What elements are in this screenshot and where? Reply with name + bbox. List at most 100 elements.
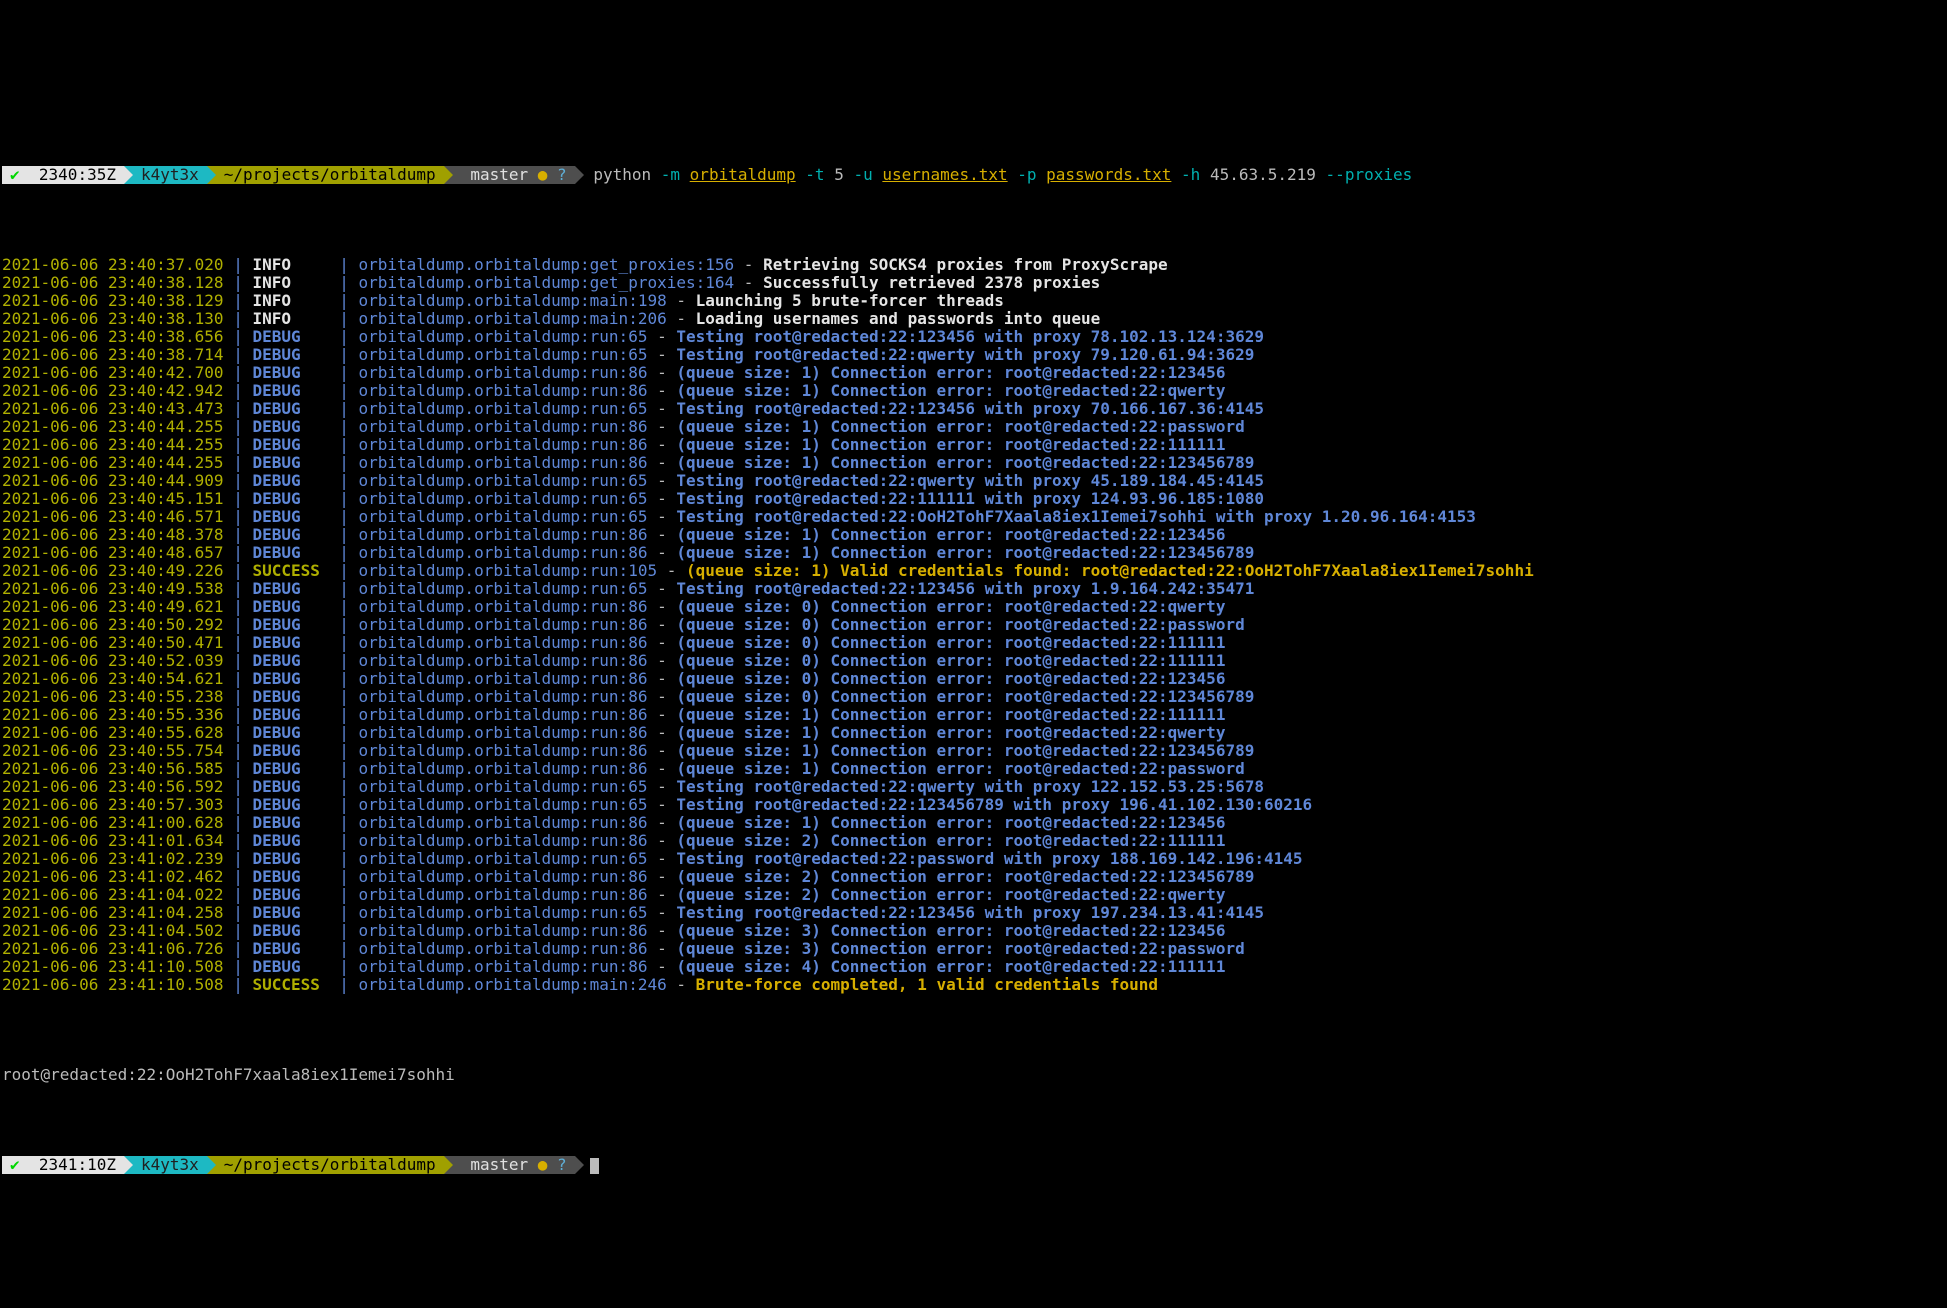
log-message: Testing root@redacted:22:123456 with pro… bbox=[676, 399, 1264, 418]
prompt-path-segment: ~/projects/orbitaldump bbox=[216, 1156, 444, 1174]
prompt-user-segment: k4yt3x bbox=[133, 166, 207, 184]
log-timestamp: 2021-06-06 23:40:48.378 bbox=[2, 525, 224, 544]
log-source: orbitaldump.orbitaldump:run:86 bbox=[358, 723, 647, 742]
pipe-separator: | bbox=[233, 939, 243, 958]
log-message: (queue size: 0) Connection error: root@r… bbox=[676, 633, 1225, 652]
prompt-bottom: ✔ 2341:10Zk4yt3x~/projects/orbitaldump m… bbox=[2, 1156, 1941, 1174]
dash-separator: - bbox=[657, 669, 667, 688]
log-source: orbitaldump.orbitaldump:run:65 bbox=[358, 795, 647, 814]
log-timestamp: 2021-06-06 23:40:52.039 bbox=[2, 651, 224, 670]
log-timestamp: 2021-06-06 23:40:55.628 bbox=[2, 723, 224, 742]
log-row: 2021-06-06 23:41:10.508 | DEBUG | orbita… bbox=[2, 958, 1941, 976]
dash-separator: - bbox=[744, 273, 754, 292]
dash-separator: - bbox=[657, 795, 667, 814]
log-level: DEBUG bbox=[252, 885, 329, 904]
log-level: SUCCESS bbox=[252, 975, 329, 994]
arrow-icon bbox=[124, 1156, 133, 1174]
log-message: (queue size: 1) Connection error: root@r… bbox=[676, 705, 1225, 724]
pipe-separator: | bbox=[233, 921, 243, 940]
pipe-separator: | bbox=[233, 471, 243, 490]
dash-separator: - bbox=[657, 867, 667, 886]
log-source: orbitaldump.orbitaldump:run:86 bbox=[358, 615, 647, 634]
pipe-separator: | bbox=[233, 651, 243, 670]
dash-separator: - bbox=[657, 939, 667, 958]
log-message: (queue size: 1) Connection error: root@r… bbox=[676, 723, 1225, 742]
log-message: (queue size: 2) Connection error: root@r… bbox=[676, 885, 1225, 904]
prompt-path: ~/projects/orbitaldump bbox=[216, 165, 444, 184]
log-message: (queue size: 0) Connection error: root@r… bbox=[676, 651, 1225, 670]
log-source: orbitaldump.orbitaldump:run:86 bbox=[358, 417, 647, 436]
pipe-separator: | bbox=[339, 831, 349, 850]
arrow-icon bbox=[207, 166, 216, 184]
log-level: DEBUG bbox=[252, 327, 329, 346]
log-timestamp: 2021-06-06 23:41:02.239 bbox=[2, 849, 224, 868]
git-branch: master bbox=[470, 165, 528, 184]
log-row: 2021-06-06 23:40:42.942 | DEBUG | orbita… bbox=[2, 382, 1941, 400]
pipe-separator: | bbox=[233, 975, 243, 994]
log-message: (queue size: 0) Connection error: root@r… bbox=[676, 597, 1225, 616]
log-level: DEBUG bbox=[252, 399, 329, 418]
cursor[interactable] bbox=[590, 1158, 599, 1174]
log-source: orbitaldump.orbitaldump:run:86 bbox=[358, 597, 647, 616]
log-source: orbitaldump.orbitaldump:run:86 bbox=[358, 705, 647, 724]
log-source: orbitaldump.orbitaldump:run:86 bbox=[358, 669, 647, 688]
dash-separator: - bbox=[657, 705, 667, 724]
pipe-separator: | bbox=[339, 939, 349, 958]
pipe-separator: | bbox=[233, 291, 243, 310]
log-row: 2021-06-06 23:40:44.255 | DEBUG | orbita… bbox=[2, 436, 1941, 454]
log-source: orbitaldump.orbitaldump:run:86 bbox=[358, 957, 647, 976]
log-row: 2021-06-06 23:40:45.151 | DEBUG | orbita… bbox=[2, 490, 1941, 508]
prompt-user-segment: k4yt3x bbox=[133, 1156, 207, 1174]
terminal-output[interactable]: ✔ 2340:35Zk4yt3x~/projects/orbitaldump m… bbox=[0, 90, 1947, 1218]
pipe-separator: | bbox=[233, 723, 243, 742]
log-source: orbitaldump.orbitaldump:run:65 bbox=[358, 471, 647, 490]
log-source: orbitaldump.orbitaldump:run:86 bbox=[358, 633, 647, 652]
arrow-icon bbox=[444, 1156, 453, 1174]
log-level: DEBUG bbox=[252, 705, 329, 724]
log-source: orbitaldump.orbitaldump:run:65 bbox=[358, 327, 647, 346]
dash-separator: - bbox=[657, 507, 667, 526]
log-timestamp: 2021-06-06 23:41:04.258 bbox=[2, 903, 224, 922]
log-message: Testing root@redacted:22:123456 with pro… bbox=[676, 327, 1264, 346]
log-message: (queue size: 4) Connection error: root@r… bbox=[676, 957, 1225, 976]
pipe-separator: | bbox=[339, 597, 349, 616]
command-line: python -m orbitaldump -t 5 -u usernames.… bbox=[584, 165, 1413, 184]
git-untracked-icon: ? bbox=[557, 165, 567, 184]
log-timestamp: 2021-06-06 23:40:55.336 bbox=[2, 705, 224, 724]
log-source: orbitaldump.orbitaldump:run:65 bbox=[358, 345, 647, 364]
log-message: (queue size: 3) Connection error: root@r… bbox=[676, 921, 1225, 940]
prompt-user: k4yt3x bbox=[133, 165, 207, 184]
dash-separator: - bbox=[657, 327, 667, 346]
pipe-separator: | bbox=[233, 849, 243, 868]
log-source: orbitaldump.orbitaldump:run:86 bbox=[358, 921, 647, 940]
log-timestamp: 2021-06-06 23:40:44.255 bbox=[2, 435, 224, 454]
log-source: orbitaldump.orbitaldump:main:198 bbox=[358, 291, 666, 310]
log-message: Retrieving SOCKS4 proxies from ProxyScra… bbox=[763, 255, 1168, 274]
pipe-separator: | bbox=[233, 255, 243, 274]
log-timestamp: 2021-06-06 23:41:06.726 bbox=[2, 939, 224, 958]
log-source: orbitaldump.orbitaldump:run:86 bbox=[358, 363, 647, 382]
prompt-time: 2340:35Z bbox=[39, 165, 116, 184]
pipe-separator: | bbox=[233, 579, 243, 598]
pipe-separator: | bbox=[233, 273, 243, 292]
pipe-separator: | bbox=[339, 903, 349, 922]
pipe-separator: | bbox=[233, 363, 243, 382]
log-source: orbitaldump.orbitaldump:run:86 bbox=[358, 759, 647, 778]
log-level: INFO bbox=[252, 309, 329, 328]
log-row: 2021-06-06 23:40:38.130 | INFO | orbital… bbox=[2, 310, 1941, 328]
log-row: 2021-06-06 23:41:04.502 | DEBUG | orbita… bbox=[2, 922, 1941, 940]
pipe-separator: | bbox=[339, 291, 349, 310]
log-row: 2021-06-06 23:40:52.039 | DEBUG | orbita… bbox=[2, 652, 1941, 670]
pipe-separator: | bbox=[233, 687, 243, 706]
log-source: orbitaldump.orbitaldump:run:86 bbox=[358, 453, 647, 472]
dash-separator: - bbox=[657, 651, 667, 670]
pipe-separator: | bbox=[233, 543, 243, 562]
log-row: 2021-06-06 23:40:49.621 | DEBUG | orbita… bbox=[2, 598, 1941, 616]
log-level: DEBUG bbox=[252, 723, 329, 742]
pipe-separator: | bbox=[233, 957, 243, 976]
log-timestamp: 2021-06-06 23:40:38.714 bbox=[2, 345, 224, 364]
log-message: (queue size: 1) Connection error: root@r… bbox=[676, 741, 1254, 760]
log-row: 2021-06-06 23:41:02.462 | DEBUG | orbita… bbox=[2, 868, 1941, 886]
pipe-separator: | bbox=[233, 813, 243, 832]
log-message: (queue size: 0) Connection error: root@r… bbox=[676, 669, 1225, 688]
